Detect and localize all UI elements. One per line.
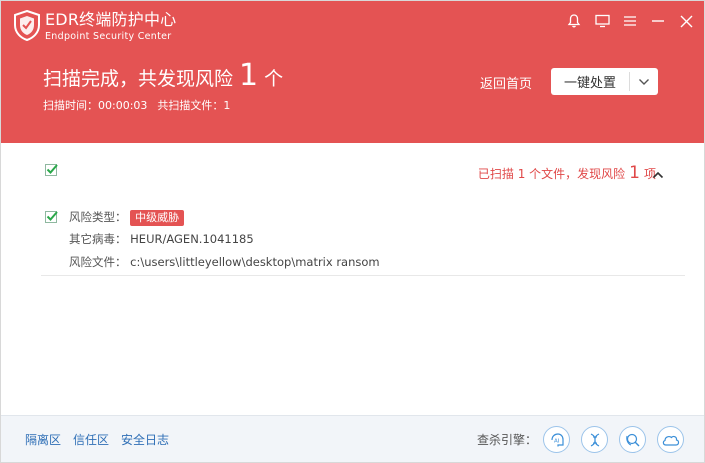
minimize-icon[interactable] <box>648 11 668 31</box>
file-row: 风险文件： c:\users\littleyellow\desktop\matr… <box>69 254 380 270</box>
app-title: EDR终端防护中心 <box>45 10 177 29</box>
select-all-checkbox[interactable] <box>45 164 58 176</box>
file-path: c:\users\littleyellow\desktop\matrix ran… <box>130 255 380 269</box>
scan-files: 共扫描文件：1 <box>157 99 231 112</box>
threat-level-badge: 中级威胁 <box>130 210 185 226</box>
header: EDR终端防护中心 Endpoint Security Center 扫描完成，… <box>1 1 704 143</box>
trust-zone-link[interactable]: 信任区 <box>73 431 109 448</box>
headline-suffix: 个 <box>264 68 284 90</box>
shield-logo-icon <box>14 10 40 41</box>
file-label: 风险文件： <box>69 255 127 269</box>
ai-engine-icon[interactable]: AI <box>543 426 570 453</box>
engines-label: 查杀引擎： <box>477 433 538 447</box>
headline-prefix: 扫描完成，共发现风险 <box>43 68 234 90</box>
virus-name: HEUR/AGEN.1041185 <box>130 232 254 246</box>
cloud-engine-icon[interactable] <box>657 426 684 453</box>
check-icon <box>46 211 58 221</box>
item-divider <box>41 275 685 276</box>
close-icon[interactable] <box>676 11 696 31</box>
virus-label: 其它病毒： <box>69 232 127 246</box>
risk-count: 1 <box>239 58 259 93</box>
return-home-link[interactable]: 返回首页 <box>480 73 532 92</box>
footer: 隔离区 信任区 安全日志 查杀引擎： AI <box>1 415 704 462</box>
edr-window: EDR终端防护中心 Endpoint Security Center 扫描完成，… <box>0 0 705 463</box>
behavior-engine-icon[interactable] <box>619 426 646 453</box>
scan-headline: 扫描完成，共发现风险 1 个 <box>43 61 283 91</box>
svg-text:AI: AI <box>554 438 560 444</box>
risk-type-row: 风险类型： 中级威胁 <box>69 209 185 226</box>
footer-links: 隔离区 信任区 安全日志 <box>25 431 169 448</box>
check-icon <box>46 164 58 174</box>
scan-summary: 已扫描 1 个文件，发现风险 1 项 <box>478 163 656 183</box>
chevron-down-icon[interactable] <box>630 68 658 95</box>
security-log-link[interactable]: 安全日志 <box>121 431 169 448</box>
menu-icon[interactable] <box>620 11 640 31</box>
gene-engine-icon[interactable] <box>581 426 608 453</box>
result-panel: 已扫描 1 个文件，发现风险 1 项 风险类型： 中级威胁 其它病毒： HEUR… <box>1 143 704 415</box>
scan-meta: 扫描时间：00:00:03 共扫描文件：1 <box>43 97 230 113</box>
dispose-button-label[interactable]: 一键处置 <box>551 68 629 95</box>
app-subtitle: Endpoint Security Center <box>45 31 172 42</box>
monitor-icon[interactable] <box>592 11 612 31</box>
virus-row: 其它病毒： HEUR/AGEN.1041185 <box>69 231 254 247</box>
window-controls <box>564 11 696 31</box>
item-checkbox[interactable] <box>45 211 58 223</box>
scan-time: 扫描时间：00:00:03 <box>43 99 148 112</box>
risk-type-label: 风险类型： <box>69 210 127 224</box>
summary-prefix: 已扫描 1 个文件，发现风险 <box>477 167 626 181</box>
dispose-button[interactable]: 一键处置 <box>551 68 658 95</box>
summary-count: 1 <box>629 163 640 183</box>
quarantine-link[interactable]: 隔离区 <box>25 431 61 448</box>
chevron-up-icon[interactable] <box>652 164 664 183</box>
bell-icon[interactable] <box>564 11 584 31</box>
